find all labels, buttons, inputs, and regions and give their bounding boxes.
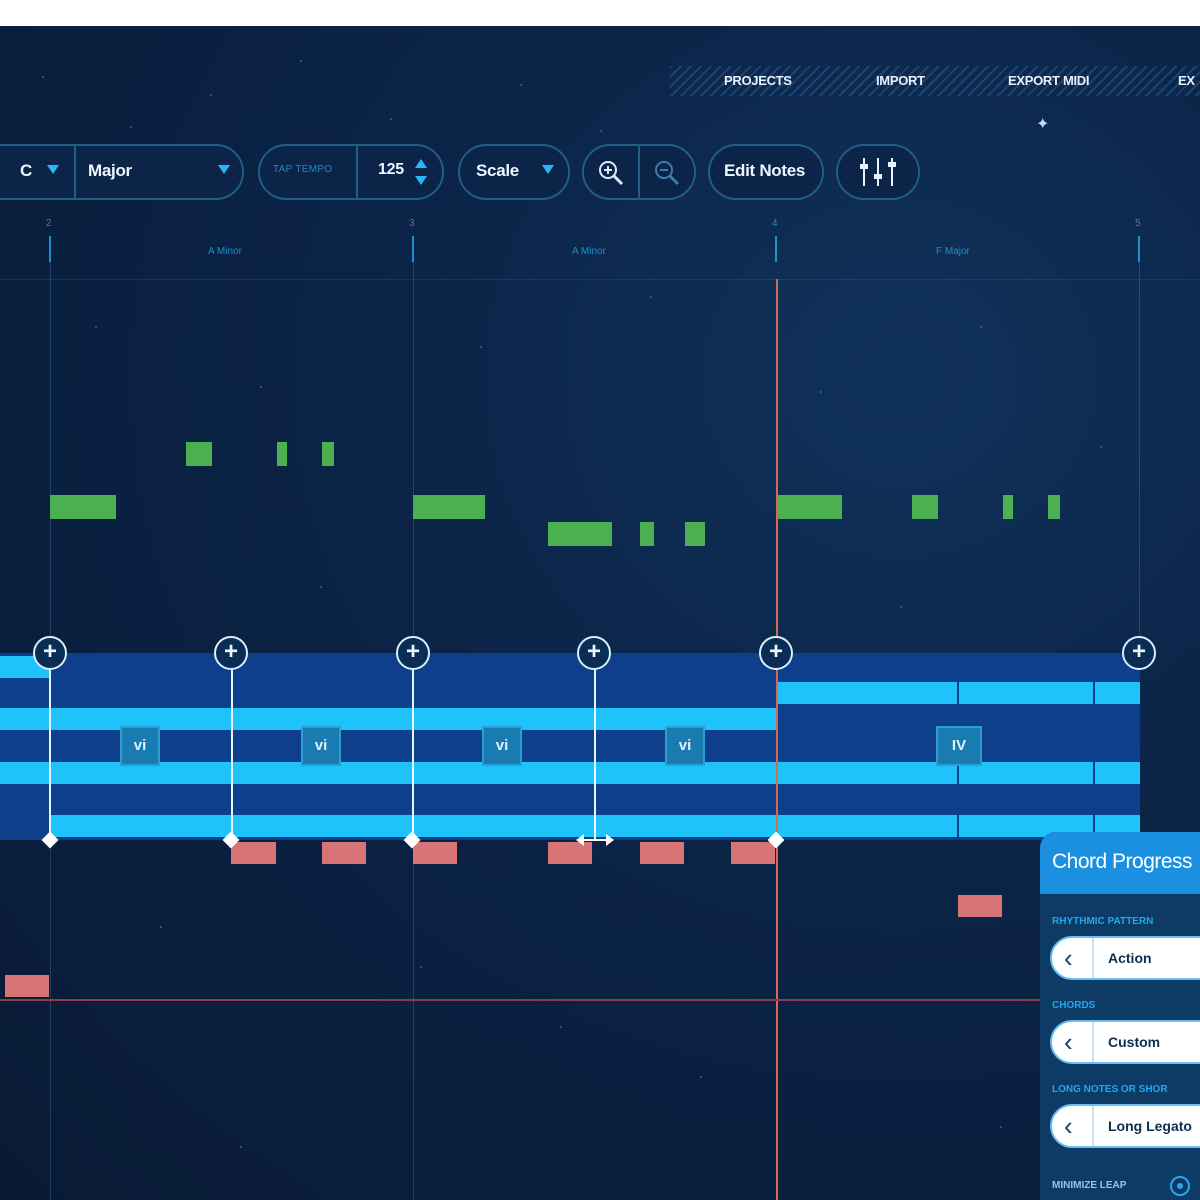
chords-value[interactable]: Custom	[1108, 1034, 1160, 1050]
piano-roll-app: PROJECTS IMPORT EXPORT MIDI EX ✦ C Major…	[0, 26, 1200, 1200]
chord-note[interactable]	[0, 708, 776, 730]
chord-note-separator	[957, 815, 959, 837]
ruler-baseline	[0, 279, 1200, 280]
bar-number: 2	[46, 218, 52, 229]
edit-notes-label[interactable]: Edit Notes	[724, 161, 805, 181]
scale-type-value[interactable]: Major	[88, 161, 132, 181]
zoom-out-icon[interactable]	[653, 159, 681, 187]
panel-header: Chord Progress	[1040, 832, 1200, 894]
key-value[interactable]: C	[20, 161, 32, 181]
minimize-leap-toggle[interactable]	[1170, 1176, 1190, 1196]
nav-import-link[interactable]: IMPORT	[876, 73, 925, 88]
chord-name-label: F Major	[936, 246, 970, 257]
chord-split-line[interactable]	[594, 656, 596, 840]
chord-note-separator	[1093, 762, 1095, 784]
bass-note[interactable]	[413, 842, 457, 864]
melody-note[interactable]	[50, 495, 116, 519]
zoom-divider	[638, 144, 640, 200]
chord-note[interactable]	[0, 762, 776, 784]
long-notes-select[interactable]: ‹ Long Legato	[1050, 1104, 1200, 1148]
chord-name-label: A Minor	[572, 246, 606, 257]
melody-note[interactable]	[413, 495, 485, 519]
key-dropdown-icon[interactable]	[47, 165, 59, 174]
melody-note[interactable]	[322, 442, 334, 466]
nav-projects-link[interactable]: PROJECTS	[724, 73, 792, 88]
add-chord-plus-icon[interactable]: +	[33, 636, 67, 670]
chord-numeral-badge[interactable]: vi	[482, 726, 522, 766]
chord-progression-panel: Chord Progress RHYTHMIC PATTERN ‹ Action…	[1040, 832, 1200, 1200]
add-chord-plus-icon[interactable]: +	[577, 636, 611, 670]
bar-tick	[775, 236, 777, 262]
chord-numeral-badge[interactable]: vi	[665, 726, 705, 766]
zoom-in-icon[interactable]	[597, 159, 625, 187]
chord-split-line[interactable]	[412, 656, 414, 840]
bar-number: 4	[772, 218, 778, 229]
chord-name-label: A Minor	[208, 246, 242, 257]
melody-note[interactable]	[685, 522, 705, 546]
nav-export-midi-link[interactable]: EXPORT MIDI	[1008, 73, 1090, 88]
tap-tempo-button[interactable]: TAP TEMPO	[273, 164, 332, 175]
melody-note[interactable]	[776, 495, 842, 519]
chevron-left-icon[interactable]: ‹	[1064, 1112, 1073, 1140]
bass-note[interactable]	[958, 895, 1002, 917]
chords-label: CHORDS	[1052, 1000, 1096, 1011]
rhythmic-pattern-value[interactable]: Action	[1108, 950, 1152, 966]
resize-arrows-icon[interactable]	[576, 830, 614, 850]
scale-type-dropdown-icon[interactable]	[218, 165, 230, 174]
key-divider	[74, 144, 76, 200]
add-chord-plus-icon[interactable]: +	[396, 636, 430, 670]
playhead[interactable]	[776, 279, 778, 1200]
add-chord-plus-icon[interactable]: +	[1122, 636, 1156, 670]
bass-note[interactable]	[231, 842, 276, 864]
chord-numeral-badge[interactable]: vi	[301, 726, 341, 766]
long-notes-value[interactable]: Long Legato	[1108, 1118, 1192, 1134]
chords-select[interactable]: ‹ Custom	[1050, 1020, 1200, 1064]
rhythmic-pattern-select[interactable]: ‹ Action	[1050, 936, 1200, 980]
bass-note[interactable]	[731, 842, 775, 864]
chevron-left-icon[interactable]: ‹	[1064, 1028, 1073, 1056]
tempo-divider	[356, 144, 358, 200]
melody-note[interactable]	[548, 522, 612, 546]
scale-label[interactable]: Scale	[476, 161, 519, 181]
bass-note[interactable]	[5, 975, 49, 997]
bar-number: 5	[1135, 218, 1141, 229]
melody-note[interactable]	[1048, 495, 1060, 519]
chord-note-separator	[1093, 682, 1095, 704]
nav-more-link[interactable]: EX	[1178, 73, 1195, 88]
panel-title: Chord Progress	[1052, 850, 1193, 873]
select-divider	[1092, 1106, 1094, 1146]
minimize-leap-label: MINIMIZE LEAP	[1052, 1180, 1127, 1191]
melody-note[interactable]	[277, 442, 287, 466]
melody-note[interactable]	[1003, 495, 1013, 519]
bar-tick	[412, 236, 414, 262]
bar-tick	[49, 236, 51, 262]
chord-numeral-badge[interactable]: vi	[120, 726, 160, 766]
add-chord-plus-icon[interactable]: +	[759, 636, 793, 670]
add-chord-plus-icon[interactable]: +	[214, 636, 248, 670]
sparkle-icon: ✦	[1036, 116, 1050, 133]
chevron-left-icon[interactable]: ‹	[1064, 944, 1073, 972]
bass-note[interactable]	[322, 842, 366, 864]
rhythmic-pattern-label: RHYTHMIC PATTERN	[1052, 916, 1154, 927]
melody-note[interactable]	[640, 522, 654, 546]
bar-tick	[1138, 236, 1140, 262]
tempo-stepper-icon[interactable]	[414, 157, 428, 187]
scale-dropdown-icon[interactable]	[542, 165, 554, 174]
melody-note[interactable]	[912, 495, 938, 519]
melody-note[interactable]	[186, 442, 212, 466]
range-bottom-line	[0, 999, 1050, 1001]
chord-split-line[interactable]	[49, 656, 51, 840]
select-divider	[1092, 938, 1094, 978]
tempo-value[interactable]: 125	[378, 161, 404, 179]
chord-note[interactable]	[778, 682, 1140, 704]
chord-note-separator	[957, 682, 959, 704]
bass-note[interactable]	[640, 842, 684, 864]
select-divider	[1092, 1022, 1094, 1062]
chord-numeral-badge[interactable]: IV	[936, 726, 982, 766]
mixer-sliders-icon[interactable]	[856, 154, 900, 190]
chord-split-line[interactable]	[231, 656, 233, 840]
bar-number: 3	[409, 218, 415, 229]
long-notes-label: LONG NOTES OR SHOR	[1052, 1084, 1168, 1095]
